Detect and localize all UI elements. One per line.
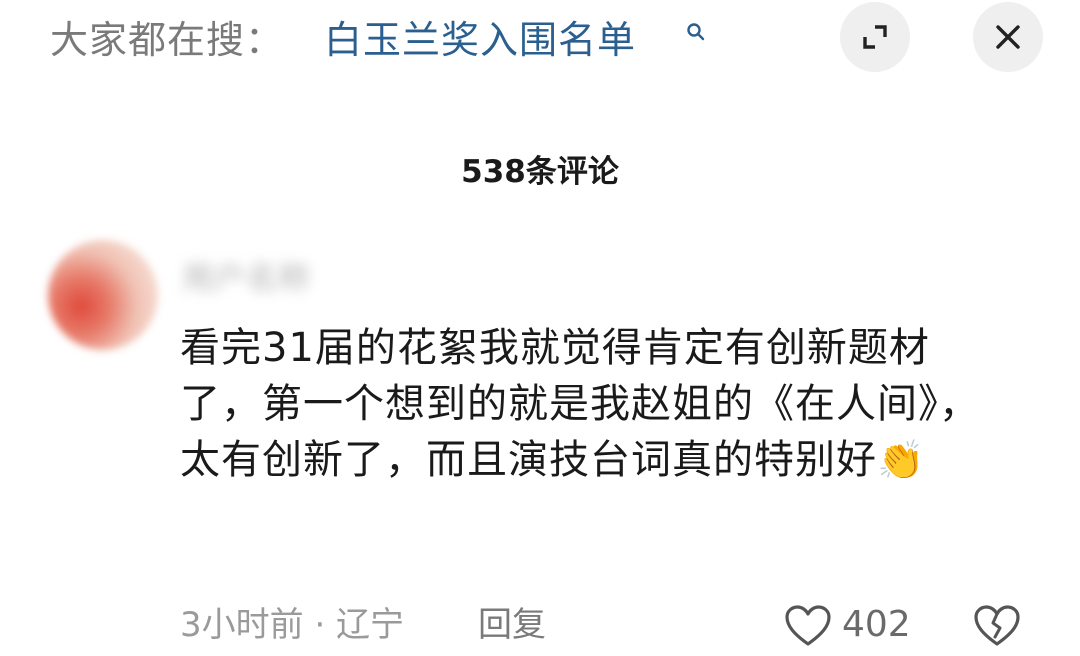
like-count: 402 <box>842 604 911 645</box>
comment-text: 看完31届的花絮我就觉得肯定有创新题材了，第一个想到的就是我赵姐的《在人间》，太… <box>180 320 1010 488</box>
expand-icon <box>863 25 887 49</box>
comment-body: 看完31届的花絮我就觉得肯定有创新题材了，第一个想到的就是我赵姐的《在人间》，太… <box>180 325 980 483</box>
username[interactable]: 用户名称 <box>182 256 310 300</box>
avatar[interactable] <box>48 240 158 350</box>
comment-item: 用户名称 看完31届的花絮我就觉得肯定有创新题材了，第一个想到的就是我赵姐的《在… <box>0 220 1080 656</box>
reply-button[interactable]: 回复 <box>478 602 546 648</box>
broken-heart-icon[interactable] <box>972 604 1022 648</box>
clapping-hands-icon: 👏 <box>877 438 926 482</box>
comment-meta: 3小时前 · 辽宁 <box>180 605 405 645</box>
close-icon <box>996 25 1020 49</box>
comment-count-title: 538条评论 <box>461 154 619 190</box>
search-prefix: 大家都在搜： <box>50 18 285 62</box>
close-button[interactable] <box>973 2 1043 72</box>
trending-search-link[interactable]: 白玉兰奖入围名单 <box>324 14 636 66</box>
expand-button[interactable] <box>840 2 910 72</box>
search-icon <box>687 23 705 41</box>
heart-outline-icon[interactable] <box>784 604 832 648</box>
top-bar: 大家都在搜： 白玉兰奖入围名单 <box>0 0 1080 80</box>
